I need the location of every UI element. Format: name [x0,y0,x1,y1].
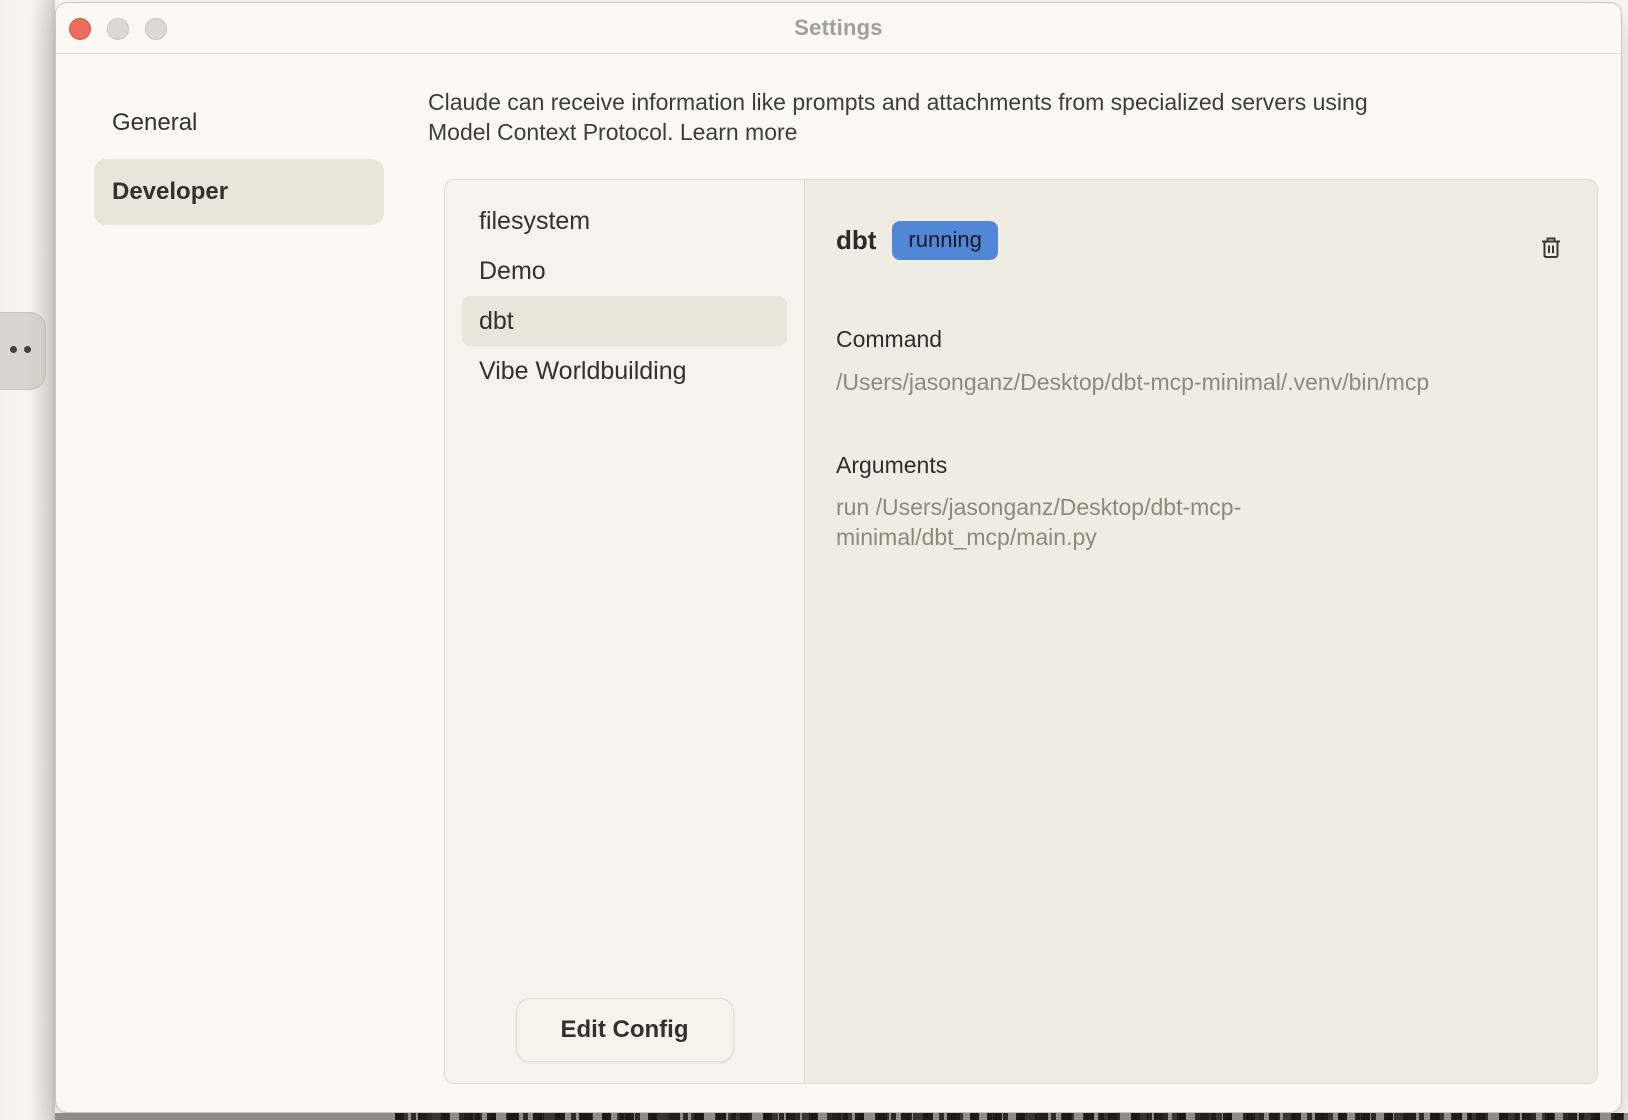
server-item-dbt[interactable]: dbt [462,296,787,346]
description-line-2: Model Context Protocol. [428,119,673,145]
server-detail-name: dbt [836,225,876,256]
server-item-vibe-worldbuilding[interactable]: Vibe Worldbuilding [462,346,787,396]
server-detail-header: dbt running [836,218,1557,262]
background-app-tab[interactable] [0,312,46,390]
delete-server-button[interactable] [1538,235,1564,263]
ellipsis-dot-icon [10,346,17,353]
server-detail-pane: dbt running Command /Users/jasonganz/Des… [805,180,1597,1083]
background-app-strip [0,0,55,1120]
settings-sidebar: General Developer [94,97,384,225]
close-button[interactable] [69,18,91,40]
server-item-filesystem[interactable]: filesystem [462,196,787,246]
sidebar-item-developer[interactable]: Developer [94,159,384,225]
mcp-description: Claude can receive information like prom… [428,87,1563,147]
zoom-button[interactable] [145,18,167,40]
server-item-demo[interactable]: Demo [462,246,787,296]
command-label: Command [836,324,1557,354]
ellipsis-dot-icon [24,346,31,353]
traffic-lights [69,18,167,40]
learn-more-link[interactable]: Learn more [680,119,798,145]
trash-icon [1538,235,1564,263]
titlebar: Settings [56,3,1621,54]
minimize-button[interactable] [107,18,129,40]
description-line-1: Claude can receive information like prom… [428,89,1368,115]
window-title: Settings [794,15,882,41]
sidebar-item-general[interactable]: General [94,97,384,149]
status-badge: running [892,221,997,260]
settings-window: Settings General Developer Claude can re… [55,2,1622,1113]
mcp-servers-panel: filesystem Demo dbt Vibe Worldbuilding E… [444,179,1598,1084]
command-value: /Users/jasonganz/Desktop/dbt-mcp-minimal… [836,367,1557,397]
server-list: filesystem Demo dbt Vibe Worldbuilding E… [445,180,805,1083]
edit-config-button[interactable]: Edit Config [516,998,734,1062]
arguments-label: Arguments [836,450,1557,480]
background-window-text-sliver [55,1113,1628,1120]
arguments-value: run /Users/jasonganz/Desktop/dbt-mcp-min… [836,492,1341,552]
clipped-text-marks [395,1113,1624,1120]
